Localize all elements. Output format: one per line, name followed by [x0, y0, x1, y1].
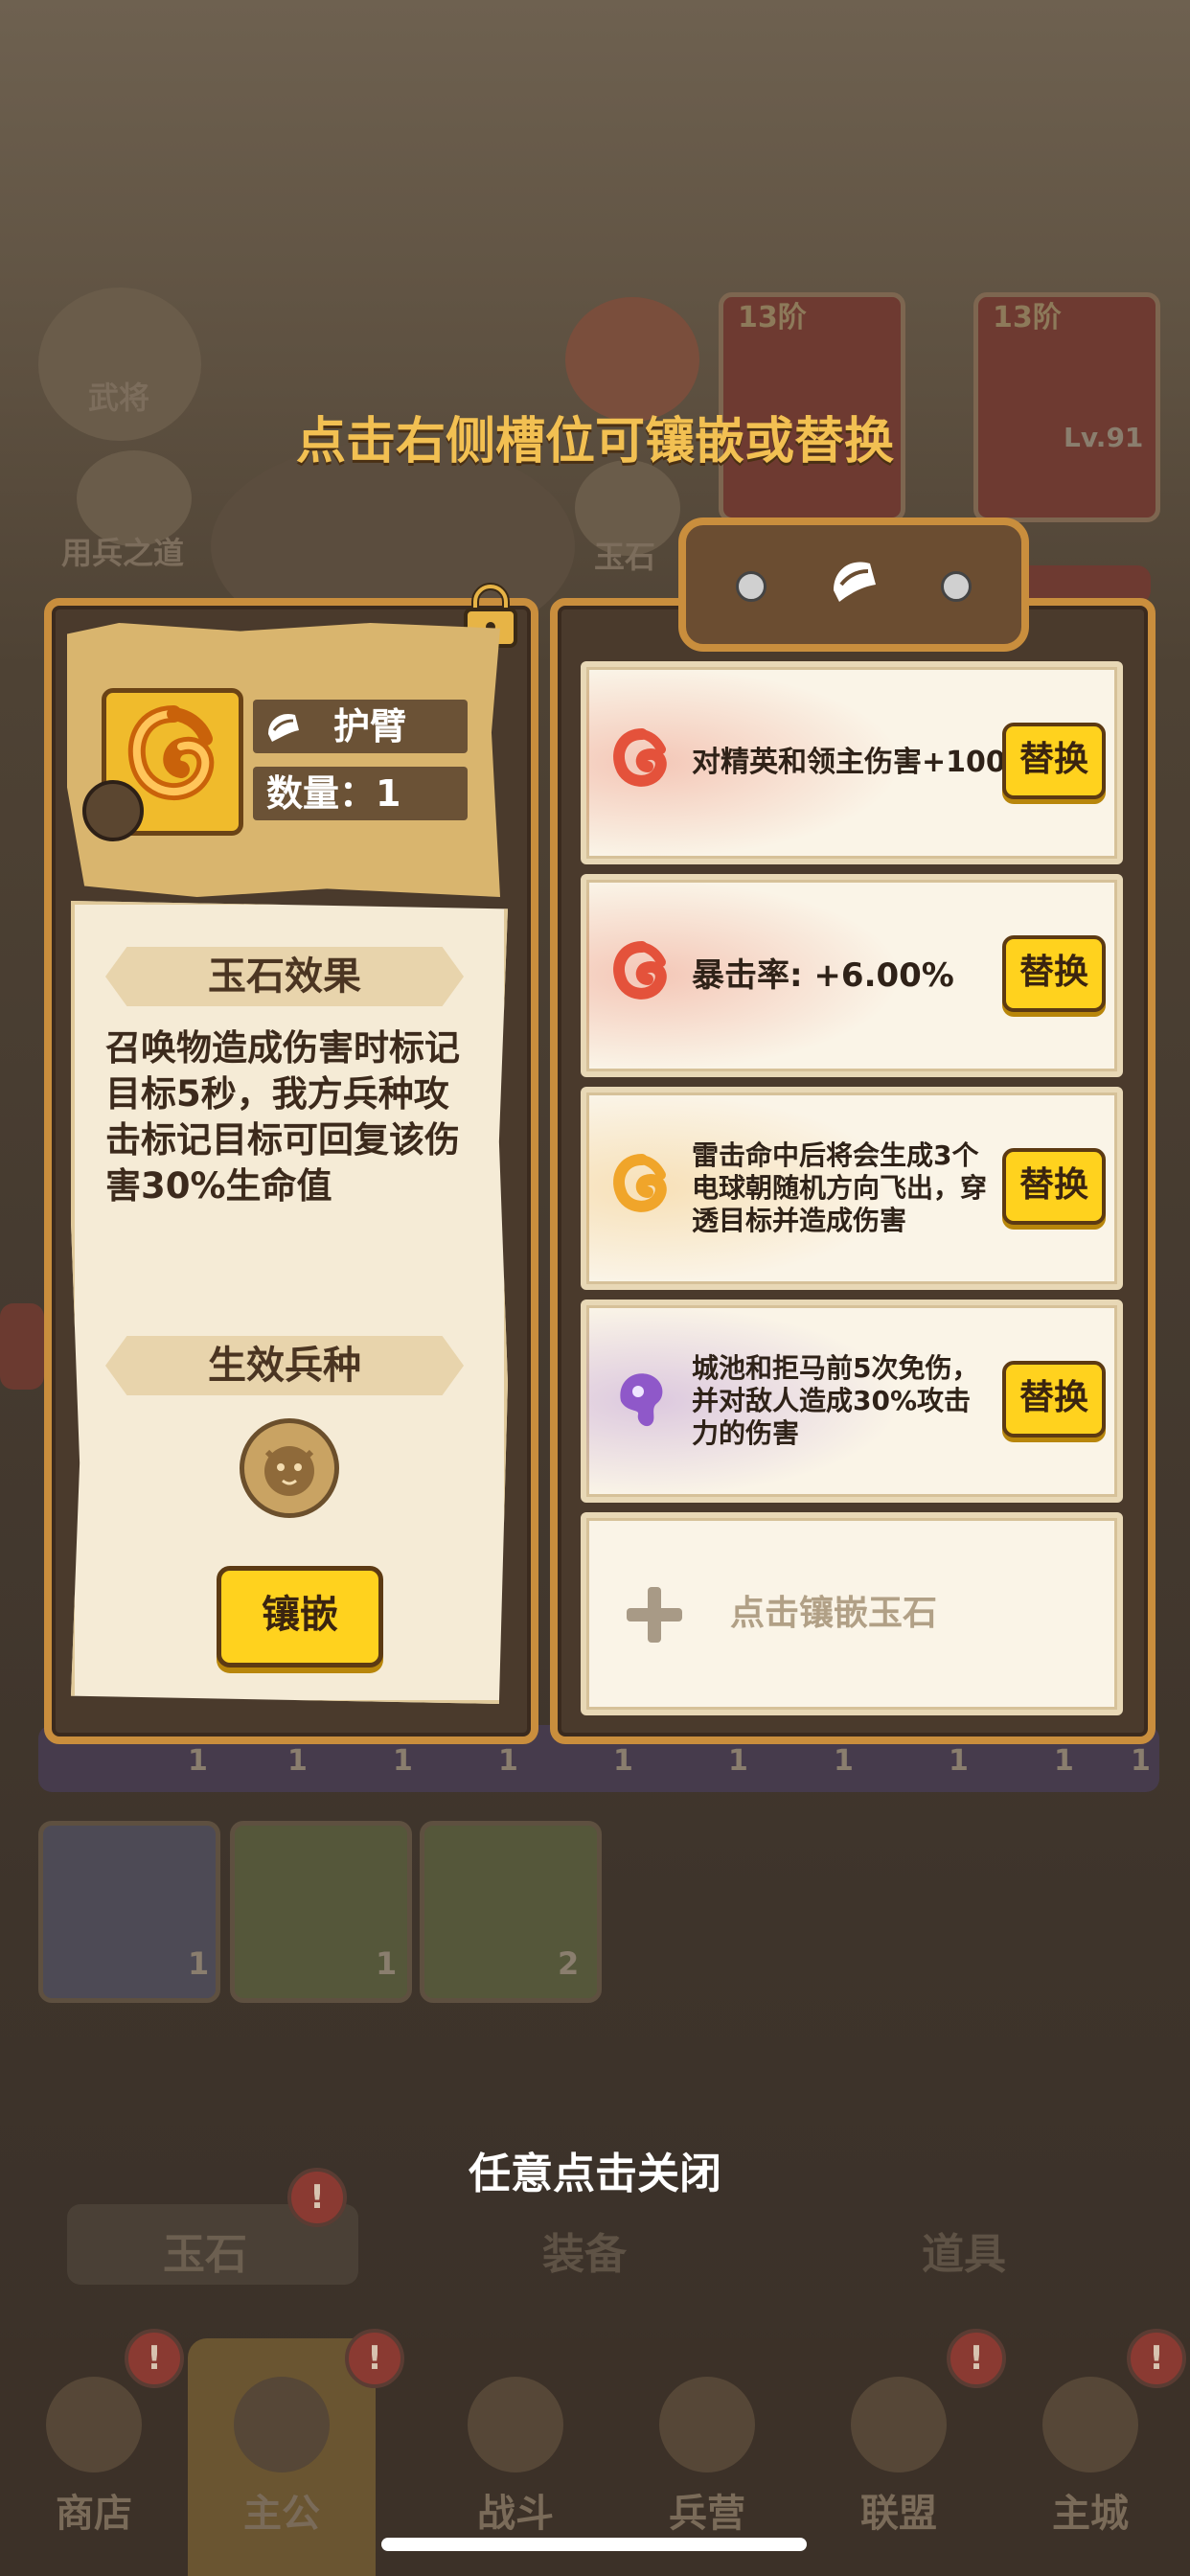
item-count: 1	[498, 1744, 518, 1778]
plus-icon	[627, 1587, 682, 1643]
item-count: 1	[728, 1744, 748, 1778]
slot-effect-text: 暴击率: +6.00%	[692, 956, 954, 995]
item-count: 1	[188, 1744, 208, 1778]
notification-badge: !	[345, 2329, 404, 2388]
grid-count: 2	[558, 1945, 580, 1982]
effect-title: 玉石效果	[105, 947, 464, 1006]
effect-description: 召唤物造成伤害时标记目标5秒，我方兵种攻击标记目标可回复该伤害30%生命值	[105, 1027, 460, 1207]
slot-effect-text: 对精英和领主伤害+100%	[692, 746, 1035, 779]
tiger-unit-icon	[240, 1418, 339, 1518]
hero-card-rank: 13阶	[738, 301, 807, 334]
nav-label: 主公	[243, 2492, 320, 2536]
nav-lord[interactable]: 主公	[188, 2338, 376, 2576]
jade-slot[interactable]: 城池和拒马前5次免伤，并对敌人造成30%攻击力的伤害 替换	[581, 1300, 1123, 1503]
jade-label: 玉石	[594, 539, 656, 575]
nav-label: 战斗	[477, 2492, 554, 2536]
swords-icon	[468, 2377, 563, 2472]
jade-slot[interactable]: 暴击率: +6.00% 替换	[581, 874, 1123, 1077]
alliance-icon	[851, 2377, 947, 2472]
grid-count: 1	[188, 1945, 210, 1982]
item-count: 1	[393, 1744, 413, 1778]
rivet	[941, 571, 972, 602]
notification-badge: !	[1127, 2329, 1186, 2388]
nav-label: 主城	[1052, 2492, 1129, 2536]
item-count: 1	[1131, 1744, 1151, 1778]
jade-slot[interactable]: 雷击命中后将会生成3个电球朝随机方向飞出，穿透目标并造成伤害 替换	[581, 1087, 1123, 1290]
tab-jade-label: 玉石	[163, 2230, 247, 2279]
item-count: 1	[287, 1744, 308, 1778]
notification-badge: !	[947, 2329, 1006, 2388]
armguard-icon	[834, 562, 876, 602]
red-jade-icon	[613, 941, 667, 1000]
tab-equipment-label[interactable]: 装备	[542, 2220, 627, 2281]
item-quantity: 数量：1	[266, 772, 401, 815]
close-hint[interactable]: 任意点击关闭	[0, 2139, 1190, 2200]
unit-title: 生效兵种	[105, 1336, 464, 1395]
barracks-icon	[659, 2377, 755, 2472]
side-tab	[0, 1303, 44, 1390]
slot-type-plate	[678, 518, 1029, 652]
item-count: 1	[834, 1744, 854, 1778]
inlay-button[interactable]: 镶嵌	[217, 1566, 383, 1668]
nav-label: 联盟	[860, 2492, 937, 2536]
jade-slot[interactable]: 对精英和领主伤害+100% 替换	[581, 661, 1123, 864]
orange-jade-icon	[613, 1154, 667, 1212]
replace-button[interactable]: 替换	[1002, 723, 1106, 799]
tactics-label: 用兵之道	[61, 535, 185, 571]
nav-label: 兵营	[669, 2492, 745, 2536]
empty-jade-slot[interactable]: 点击镶嵌玉石	[581, 1512, 1123, 1715]
replace-button[interactable]: 替换	[1002, 935, 1106, 1012]
item-name-bar: 护臂	[253, 700, 468, 753]
empty-slot-label: 点击镶嵌玉石	[730, 1594, 938, 1633]
rivet	[736, 571, 767, 602]
slot-effect-text: 城池和拒马前5次免伤，并对敌人造成30%攻击力的伤害	[692, 1352, 979, 1449]
grid-count: 1	[376, 1945, 398, 1982]
hero-card-rank: 13阶	[993, 301, 1062, 334]
tab-props-label[interactable]: 道具	[922, 2220, 1006, 2281]
armguard-type-icon	[82, 780, 144, 841]
slot-effect-text: 雷击命中后将会生成3个电球朝随机方向飞出，穿透目标并造成伤害	[692, 1139, 988, 1236]
shop-icon	[46, 2377, 142, 2472]
item-count: 1	[949, 1744, 969, 1778]
item-count: 1	[1054, 1744, 1074, 1778]
purple-jade-icon	[620, 1373, 663, 1427]
replace-button[interactable]: 替换	[1002, 1148, 1106, 1225]
city-icon	[1042, 2377, 1138, 2472]
item-count: 1	[613, 1744, 633, 1778]
red-jade-icon	[613, 728, 667, 787]
notification-badge: !	[125, 2329, 184, 2388]
item-quantity-bar: 数量：1	[253, 767, 468, 820]
home-indicator	[381, 2538, 807, 2551]
instruction-hint: 点击右侧槽位可镶嵌或替换	[295, 413, 894, 471]
lord-icon	[234, 2377, 330, 2472]
armguard-icon	[263, 705, 305, 748]
replace-button[interactable]: 替换	[1002, 1361, 1106, 1438]
item-name: 护臂	[333, 705, 407, 748]
nav-label: 商店	[56, 2492, 132, 2536]
